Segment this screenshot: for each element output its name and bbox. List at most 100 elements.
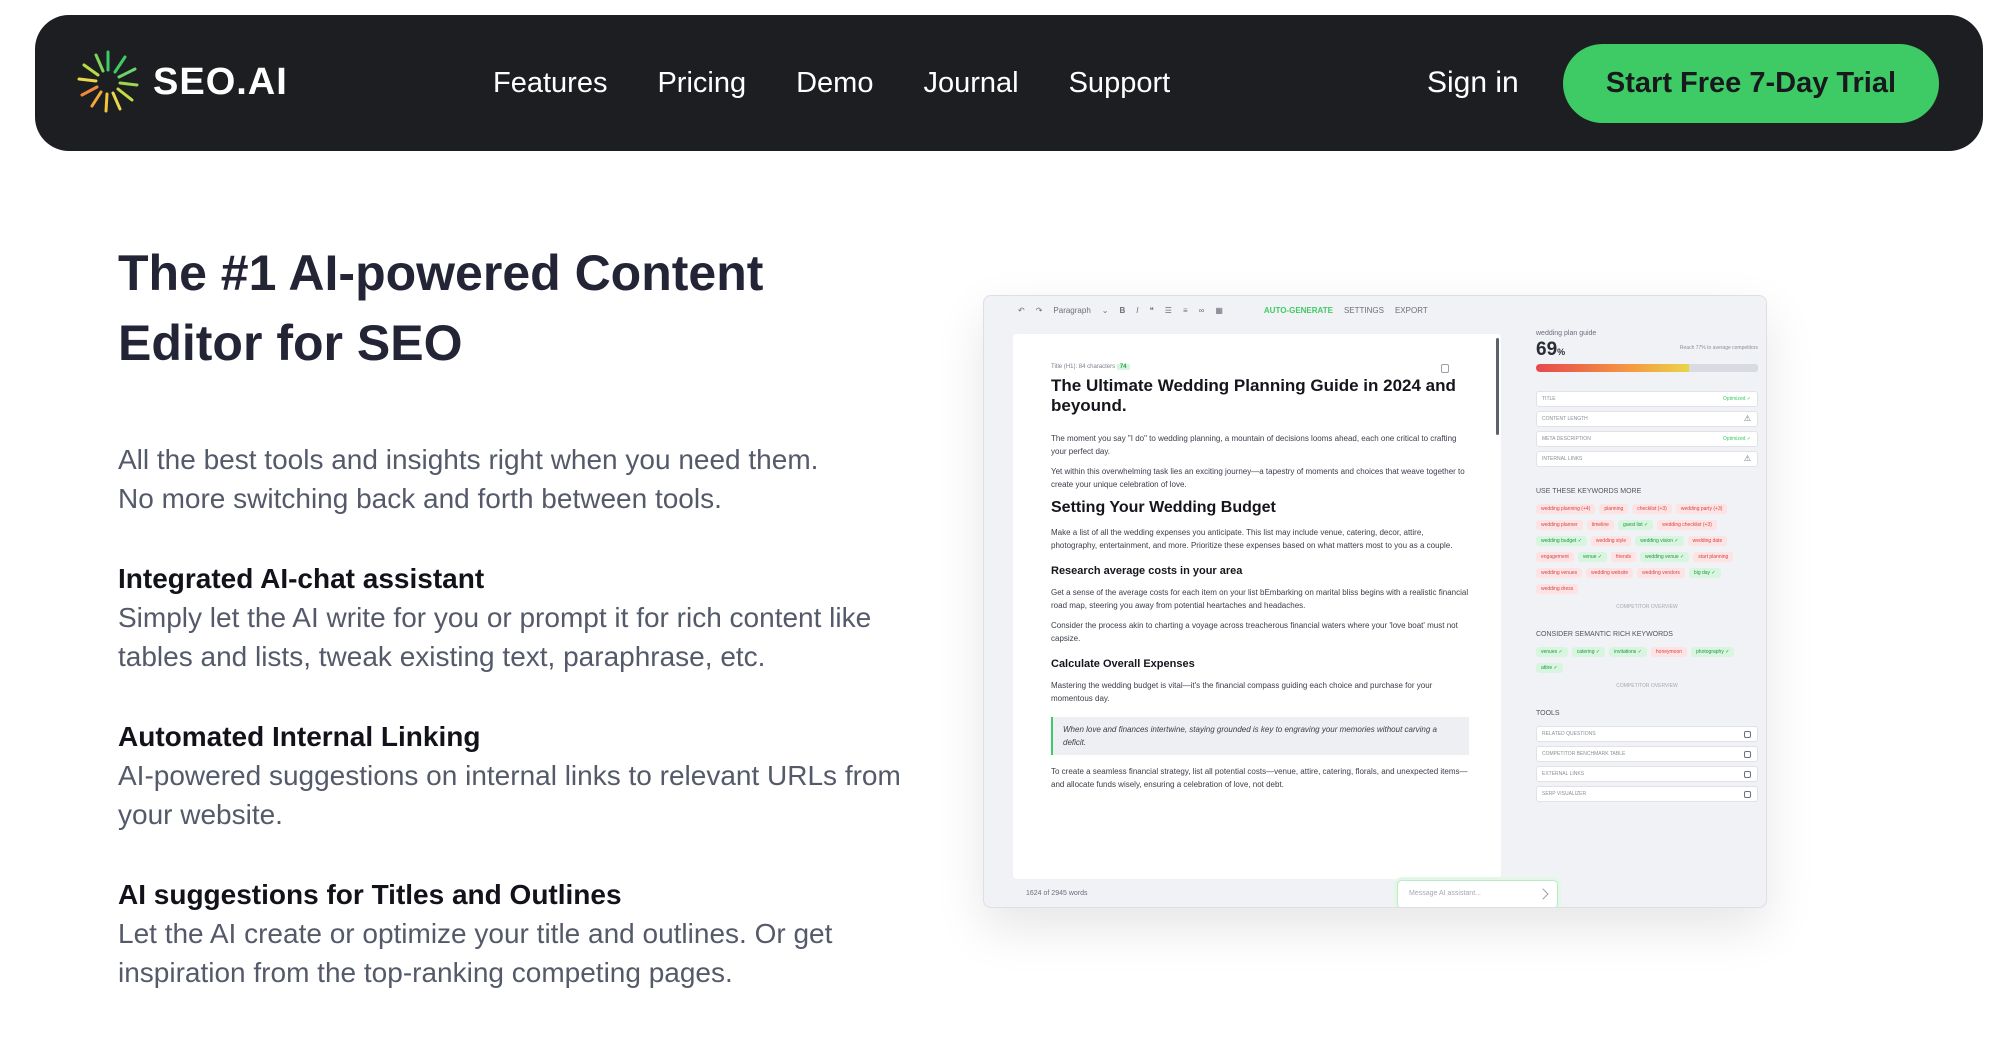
keyword-chip[interactable]: engagement [1536,552,1574,562]
hero-title: The #1 AI-powered Content Editor for SEO [118,245,764,371]
tool-item[interactable]: SERP VISUALIZER [1536,786,1758,802]
italic-icon[interactable]: I [1136,306,1138,315]
keyword-chip[interactable]: start planning [1693,552,1734,562]
doc-paragraph: The moment you say "I do" to wedding pla… [1051,434,1457,456]
keyword-chip[interactable]: attire ✓ [1536,663,1563,673]
keyword-chip[interactable]: wedding planning (+4) [1536,504,1596,514]
keyword-chip[interactable]: wedding planner [1536,520,1583,530]
keyword-chip[interactable]: big day ✓ [1688,568,1721,578]
keyword-chip[interactable]: wedding venues [1536,568,1583,578]
auto-generate-button[interactable]: AUTO-GENERATE [1264,306,1333,315]
semantic-section-title: CONSIDER SEMANTIC RICH KEYWORDS [1536,631,1673,638]
title-length-badge: 74 [1116,364,1130,370]
tool-icon [1744,731,1751,738]
quote-icon[interactable]: ❝ [1149,306,1153,315]
doc-subheading: Calculate Overall Expenses [1051,658,1195,670]
keyword-chip[interactable]: wedding vendors [1637,568,1685,578]
keyword-chip[interactable]: invitations ✓ [1609,647,1647,657]
redo-icon[interactable]: ↷ [1036,306,1043,315]
nav-link-demo[interactable]: Demo [796,67,873,100]
sunburst-logo-icon [77,50,139,113]
score-note: Reach 77% to average competitors [1679,345,1758,351]
send-icon[interactable] [1537,888,1549,900]
keyword-chip[interactable]: wedding date [1687,536,1728,546]
start-trial-button[interactable]: Start Free 7-Day Trial [1563,44,1939,123]
keyword-chip[interactable]: planning [1599,504,1629,514]
undo-icon[interactable]: ↶ [1018,306,1025,315]
seo-checklist: TITLE Optimized ✓ CONTENT LENGTH ⚠ META DE… [1536,391,1758,467]
link-icon[interactable]: ∞ [1199,306,1205,315]
editor-toolbar: ↶ ↷ Paragraph ⌄ B I ❝ ☰ ≡ ∞ ▦ AUTO-GENER… [984,296,1766,324]
keyword-chip[interactable]: wedding website [1586,568,1634,578]
feature-title: Integrated AI-chat assistant [118,563,485,594]
settings-button[interactable]: SETTINGS [1344,306,1384,315]
doc-paragraph: Mastering the wedding budget is vital—it… [1051,681,1433,703]
check-internal-links[interactable]: INTERNAL LINKS ⚠ [1536,451,1758,467]
keyword-chips: wedding planning (+4) planning checklist (… [1536,504,1758,600]
competitor-overview-link[interactable]: COMPETITOR OVERVIEW [1536,683,1758,689]
doc-paragraph: Consider the process akin to charting a … [1051,621,1458,643]
doc-paragraph: Get a sense of the average costs for eac… [1051,588,1469,610]
competitor-overview-link[interactable]: COMPETITOR OVERVIEW [1536,604,1758,610]
copy-icon[interactable] [1441,364,1449,373]
document-page[interactable]: Title (H1): 84 characters 74 The Ultimat… [1013,334,1501,879]
paragraph-select[interactable]: Paragraph [1053,306,1090,315]
doc-quote: When love and finances intertwine, stayi… [1051,717,1469,755]
keyword-chip[interactable]: wedding checklist (+3) [1657,520,1717,530]
title-meta: Title (H1): 84 characters 74 [1051,364,1469,370]
doc-paragraph: To create a seamless financial strategy,… [1051,767,1468,789]
ai-chat-input[interactable]: Message AI assistant... [1397,880,1558,907]
keyword-chip[interactable]: wedding dress [1536,584,1579,594]
feature-ai-chat: Integrated AI-chat assistant Simply let … [118,560,918,676]
tool-item[interactable]: EXTERNAL LINKS [1536,766,1758,782]
bullet-list-icon[interactable]: ☰ [1165,306,1172,315]
check-content-length[interactable]: CONTENT LENGTH ⚠ [1536,411,1758,427]
feature-title: AI suggestions for Titles and Outlines [118,879,622,910]
keyword-chip[interactable]: wedding style [1590,536,1632,546]
feature-text: AI-powered suggestions on internal links… [118,760,901,830]
doc-paragraph: Make a list of all the wedding expenses … [1051,528,1453,550]
keyword-chip[interactable]: friends [1611,552,1637,562]
editor-screenshot: ↶ ↷ Paragraph ⌄ B I ❝ ☰ ≡ ∞ ▦ AUTO-GENER… [983,295,1767,908]
keyword-chip[interactable]: wedding budget ✓ [1536,536,1587,546]
keyword-chip[interactable]: timeline [1586,520,1614,530]
keyword-chip[interactable]: photography ✓ [1691,647,1735,657]
feature-titles-outlines: AI suggestions for Titles and Outlines L… [118,876,918,992]
table-icon[interactable]: ▦ [1215,306,1223,315]
keyword-chip[interactable]: guest list ✓ [1617,520,1654,530]
keyword-chip[interactable]: honeymoon [1650,647,1688,657]
keyword-chip[interactable]: wedding venue ✓ [1640,552,1690,562]
keyword-chip[interactable]: wedding vision ✓ [1635,536,1684,546]
brand-name: SEO.AI [153,60,288,103]
doc-scrollbar[interactable] [1496,338,1499,435]
hero-subtitle-line: All the best tools and insights right wh… [118,444,819,475]
bold-icon[interactable]: B [1119,306,1125,315]
tool-item[interactable]: COMPETITOR BENCHMARK TABLE [1536,746,1758,762]
chevron-down-icon: ⌄ [1101,305,1109,315]
hero-subtitle: All the best tools and insights right wh… [118,440,918,518]
keywords-section-title: USE THESE KEYWORDS MORE [1536,488,1642,495]
check-meta-description[interactable]: META DESCRIPTION Optimized ✓ [1536,431,1758,447]
keyword-chip[interactable]: venue ✓ [1577,552,1608,562]
nav-link-features[interactable]: Features [493,67,607,100]
top-navbar: SEO.AI Features Pricing Demo Journal Sup… [35,15,1983,151]
sign-in-link[interactable]: Sign in [1427,15,1519,151]
keyword-chip[interactable]: catering ✓ [1571,647,1606,657]
tool-item[interactable]: RELATED QUESTIONS [1536,726,1758,742]
doc-title: The Ultimate Wedding Planning Guide in 2… [1051,376,1456,415]
check-title[interactable]: TITLE Optimized ✓ [1536,391,1758,407]
keyword-chip[interactable]: venues ✓ [1536,647,1568,657]
doc-heading: Setting Your Wedding Budget [1051,499,1276,516]
nav-link-support[interactable]: Support [1069,67,1171,100]
feature-title: Automated Internal Linking [118,721,481,752]
target-keyword: wedding plan guide [1536,330,1597,337]
export-button[interactable]: EXPORT [1395,306,1428,315]
feature-text: Simply let the AI write for you or promp… [118,602,872,672]
score-bar [1536,364,1758,372]
nav-link-pricing[interactable]: Pricing [657,67,746,100]
keyword-chip[interactable]: checklist (+3) [1632,504,1672,514]
logo[interactable]: SEO.AI [75,49,288,115]
keyword-chip[interactable]: wedding party (+3) [1675,504,1728,514]
nav-link-journal[interactable]: Journal [923,67,1018,100]
numbered-list-icon[interactable]: ≡ [1183,306,1188,315]
